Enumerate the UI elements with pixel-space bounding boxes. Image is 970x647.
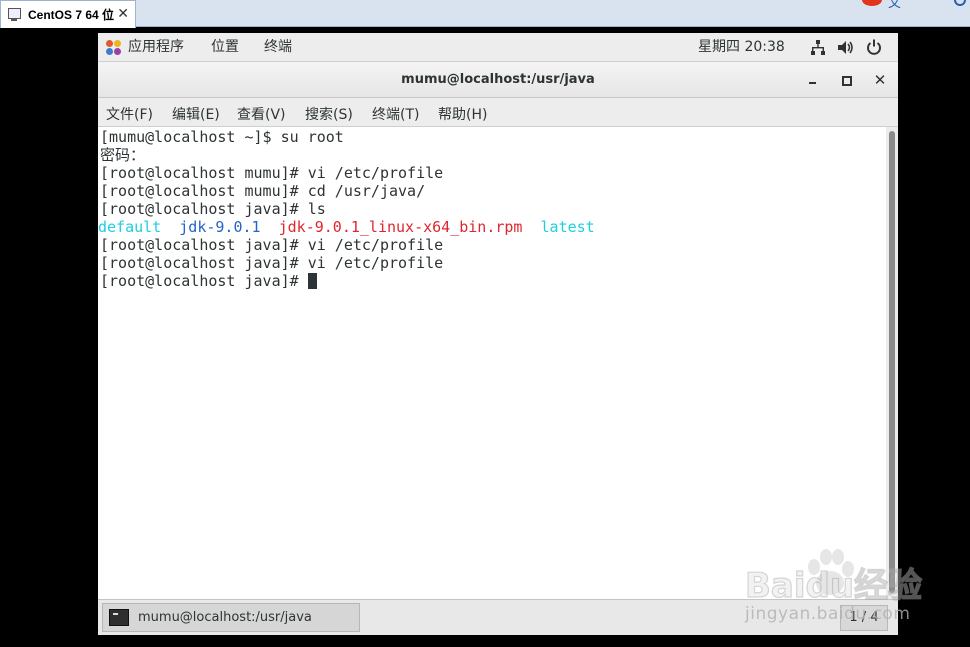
window-title: mumu@localhost:/usr/java xyxy=(401,72,595,87)
sogou-logo-icon[interactable] xyxy=(862,0,882,6)
terminal-prompt: [root@localhost java]# xyxy=(100,272,308,290)
terminal-line: [mumu@localhost ~]$ su root xyxy=(100,128,344,146)
menu-edit[interactable]: 编辑(E) xyxy=(172,104,220,124)
host-toolbar-right: 文 xyxy=(860,0,970,8)
menu-bar: 文件(F) 编辑(E) 查看(V) 搜索(S) 终端(T) 帮助(H) xyxy=(98,98,898,127)
volume-icon[interactable] xyxy=(838,40,854,55)
menu-help[interactable]: 帮助(H) xyxy=(438,104,487,124)
baidu-jingyan-logo: Baidu经验 xyxy=(745,565,923,603)
applications-menu[interactable]: 应用程序 xyxy=(128,38,184,56)
host-tab-bar: CentOS 7 64 位 ✕ 文 xyxy=(0,0,970,28)
vm-tab-close-icon[interactable]: ✕ xyxy=(117,5,129,23)
window-titlebar[interactable]: mumu@localhost:/usr/java ✕ xyxy=(98,62,898,98)
terminal-line: 密码： xyxy=(100,146,146,164)
ls-output-line: default jdk-9.0.1 jdk-9.0.1_linux-x64_bi… xyxy=(98,218,886,236)
terminal-line: [root@localhost java]# ls xyxy=(100,200,326,218)
applications-icon[interactable] xyxy=(106,40,121,55)
vm-tab-title: CentOS 7 64 位 xyxy=(28,8,115,22)
prompt-line: [root@localhost java]# xyxy=(98,272,886,290)
taskbar-window-button[interactable]: mumu@localhost:/usr/java xyxy=(102,603,360,632)
terminal-line: [root@localhost mumu]# cd /usr/java/ xyxy=(100,182,426,200)
ime-mode-indicator[interactable]: 文 xyxy=(888,0,901,8)
menu-view[interactable]: 查看(V) xyxy=(237,104,286,124)
menu-terminal[interactable]: 终端(T) xyxy=(372,104,419,124)
ls-entry: latest xyxy=(540,218,595,236)
scrollbar[interactable] xyxy=(886,127,898,599)
watermark-brand-text: Baidu经验 xyxy=(745,566,922,603)
terminal-output[interactable]: [mumu@localhost ~]$ su root 密码： [root@lo… xyxy=(98,127,886,599)
clock[interactable]: 星期四 20:38 xyxy=(698,38,785,56)
ls-entry: default xyxy=(98,218,162,236)
vm-tab[interactable]: CentOS 7 64 位 ✕ xyxy=(0,0,136,28)
gnome-top-panel: 应用程序 位置 终端 星期四 20:38 xyxy=(98,33,898,62)
terminal-line: [root@localhost java]# vi /etc/profile xyxy=(100,254,444,272)
ls-entry: jdk-9.0.1_linux-x64_bin.rpm xyxy=(278,218,523,236)
ls-entry: jdk-9.0.1 xyxy=(179,218,261,236)
network-icon[interactable] xyxy=(811,40,825,55)
taskbar-window-label: mumu@localhost:/usr/java xyxy=(138,610,312,625)
terminal-line: [root@localhost java]# vi /etc/profile xyxy=(100,236,444,254)
scrollbar-thumb[interactable] xyxy=(889,131,895,593)
power-icon[interactable] xyxy=(866,39,882,55)
vm-icon xyxy=(7,7,23,22)
maximize-button[interactable] xyxy=(836,70,856,90)
terminal-app-menu[interactable]: 终端 xyxy=(264,38,292,56)
close-button[interactable]: ✕ xyxy=(870,70,890,90)
terminal-icon xyxy=(109,609,129,626)
guest-screen: 应用程序 位置 终端 星期四 20:38 mumu@localhost:/usr… xyxy=(98,33,898,635)
watermark-domain: jingyan.baidu.com xyxy=(745,604,911,624)
menu-file[interactable]: 文件(F) xyxy=(106,104,153,124)
settings-icon[interactable] xyxy=(954,0,966,6)
menu-search[interactable]: 搜索(S) xyxy=(305,104,353,124)
text-cursor xyxy=(307,273,317,289)
minimize-button[interactable] xyxy=(803,70,823,90)
terminal-line: [root@localhost mumu]# vi /etc/profile xyxy=(100,164,444,182)
places-menu[interactable]: 位置 xyxy=(211,38,239,56)
